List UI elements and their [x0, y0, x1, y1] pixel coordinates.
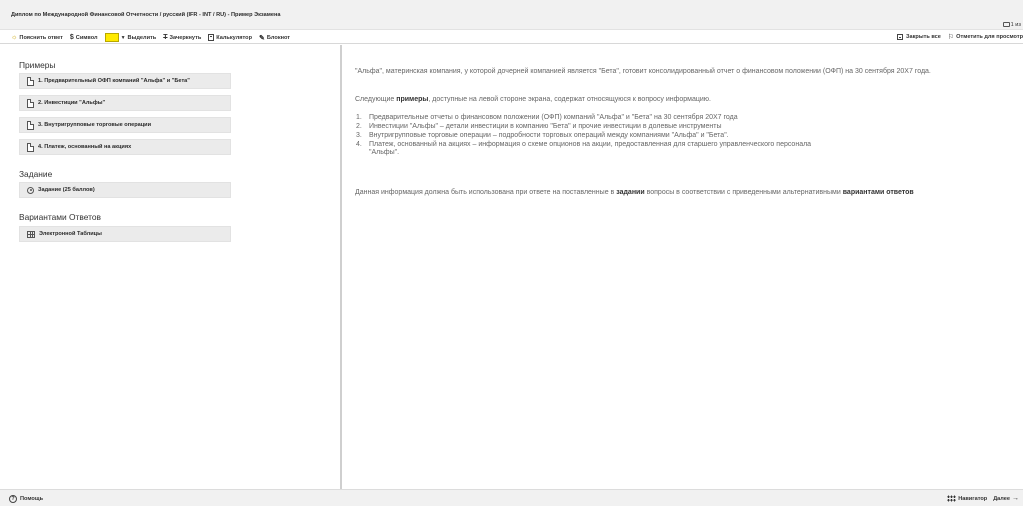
list-item-text: Платеж, основанный на акциях – информаци… — [369, 141, 812, 156]
flag-for-review-button[interactable]: ⚐ Отметить для просмотр — [948, 33, 1023, 41]
task-item-label: Задание (25 баллов) — [38, 187, 95, 193]
lightbulb-icon: ☼ — [11, 34, 18, 41]
grid-icon — [947, 495, 957, 502]
symbol-button[interactable]: $ Символ — [70, 34, 98, 41]
highlight-color-swatch[interactable] — [104, 33, 119, 42]
examples-paragraph: Следующие примеры, доступные на левой ст… — [355, 96, 1005, 104]
intro-paragraph: "Альфа", материнская компания, у которой… — [355, 68, 931, 75]
instructions-bold-task: задании — [616, 189, 645, 196]
strikethrough-label: Зачеркнуть — [169, 34, 202, 41]
document-icon — [27, 142, 34, 152]
target-icon — [27, 186, 34, 194]
next-button[interactable]: Далее → — [993, 495, 1019, 502]
list-item-text: Предварительные отчеты о финансовом поло… — [369, 114, 738, 121]
examples-heading: Примеры — [19, 60, 56, 70]
navigator-label: Навигатор — [958, 495, 988, 502]
calculator-button[interactable]: Калькулятор — [208, 34, 252, 41]
exam-title: Диплом по Международной Финансовой Отчет… — [11, 12, 281, 18]
strikethrough-button[interactable]: T Зачеркнуть — [163, 34, 201, 41]
explain-answer-button[interactable]: ☼ Пояснить ответ — [11, 34, 63, 41]
pencil-icon: ✎ — [259, 34, 265, 42]
toolbar: ☼ Пояснить ответ $ Символ ▼ Выделить T Зачер… — [0, 30, 1023, 44]
notepad-label: Блокнот — [266, 34, 291, 41]
question-counter-label: 1 из — [1010, 22, 1021, 28]
strikethrough-icon: T — [163, 34, 168, 41]
examples-paragraph-bold: примеры — [396, 96, 429, 103]
question-counter: 1 из — [1002, 22, 1021, 28]
document-icon — [27, 98, 34, 108]
instructions-bold-answers: вариантами ответов — [842, 189, 914, 196]
task-heading: Задание — [19, 169, 53, 179]
examples-list: 1. Предварительные отчеты о финансовом по… — [356, 114, 826, 158]
examples-paragraph-end: , доступные на левой стороне экрана, сод… — [428, 96, 711, 103]
list-item-number: 2. — [356, 123, 362, 130]
examples-paragraph-start: Следующие — [355, 96, 397, 103]
highlight-button[interactable]: ▼ Выделить — [104, 33, 157, 42]
calculator-label: Калькулятор — [216, 34, 253, 41]
answers-heading: Вариантами Ответов — [19, 212, 101, 222]
flag-for-review-label: Отметить для просмотр — [956, 34, 1023, 40]
task-item[interactable]: Задание (25 баллов) — [19, 182, 231, 198]
help-button[interactable]: ? Помощь — [9, 495, 43, 503]
example-item-label: 3. Внутригрупповые торговые операции — [38, 122, 152, 128]
help-icon: ? — [9, 495, 17, 503]
list-item-text: Инвестиции "Альфы" – детали инвестиции в… — [369, 123, 722, 130]
list-item-number: 1. — [356, 114, 362, 121]
example-item-label: 4. Платеж, основанный на акциях — [38, 144, 132, 150]
help-label: Помощь — [20, 496, 44, 502]
example-item-label: 2. Инвестиции "Альфы" — [38, 100, 106, 106]
instructions-start: Данная информация должна быть использова… — [355, 189, 617, 196]
example-item-label: 1. Предварительный ОФП компаний "Альфа" … — [38, 78, 190, 84]
document-icon — [27, 76, 34, 86]
calculator-icon — [208, 34, 215, 41]
example-item-1[interactable]: 1. Предварительный ОФП компаний "Альфа" … — [19, 73, 231, 89]
list-item: 4. Платеж, основанный на акциях – информа… — [356, 141, 826, 156]
dollar-icon: $ — [69, 34, 74, 41]
next-label: Далее — [993, 495, 1010, 502]
symbol-label: Символ — [75, 34, 98, 41]
highlight-label: Выделить — [127, 34, 157, 41]
instructions-middle: вопросы в соответствии с приведенными ал… — [644, 189, 843, 196]
spreadsheet-item-label: Электронной Таблицы — [39, 231, 102, 237]
spreadsheet-item[interactable]: Электронной Таблицы — [19, 226, 231, 242]
close-all-label: Закрыть все — [905, 34, 941, 40]
arrow-right-icon: → — [1012, 495, 1019, 502]
list-item: 1. Предварительные отчеты о финансовом по… — [356, 114, 826, 122]
comment-icon — [1002, 22, 1010, 27]
example-item-3[interactable]: 3. Внутригрупповые торговые операции — [19, 117, 231, 133]
list-item: 3. Внутригрупповые торговые операции – по… — [356, 132, 826, 140]
chevron-down-icon[interactable]: ▼ — [121, 35, 126, 41]
minimize-icon — [896, 34, 903, 40]
notepad-button[interactable]: ✎ Блокнот — [259, 34, 290, 42]
list-item: 2. Инвестиции "Альфы" – детали инвестиции… — [356, 123, 826, 131]
example-item-2[interactable]: 2. Инвестиции "Альфы" — [19, 95, 231, 111]
footer-bar: ? Помощь Навигатор Далее → — [0, 489, 1023, 506]
instructions-paragraph: Данная информация должна быть использова… — [355, 189, 1015, 197]
flag-icon: ⚐ — [947, 34, 955, 41]
content-panel: "Альфа", материнская компания, у которой… — [346, 45, 1023, 489]
document-icon — [27, 120, 34, 130]
explain-answer-label: Пояснить ответ — [19, 34, 63, 41]
list-item-number: 3. — [356, 132, 362, 139]
example-item-4[interactable]: 4. Платеж, основанный на акциях — [19, 139, 231, 155]
title-bar: Диплом по Международной Финансовой Отчет… — [0, 0, 1023, 30]
navigator-button[interactable]: Навигатор — [947, 495, 987, 502]
close-all-button[interactable]: Закрыть все — [896, 34, 941, 40]
list-item-number: 4. — [356, 141, 362, 148]
table-icon — [27, 230, 35, 238]
list-item-text: Внутригрупповые торговые операции – подр… — [369, 132, 729, 139]
sidebar: Примеры 1. Предварительный ОФП компаний … — [0, 45, 342, 489]
